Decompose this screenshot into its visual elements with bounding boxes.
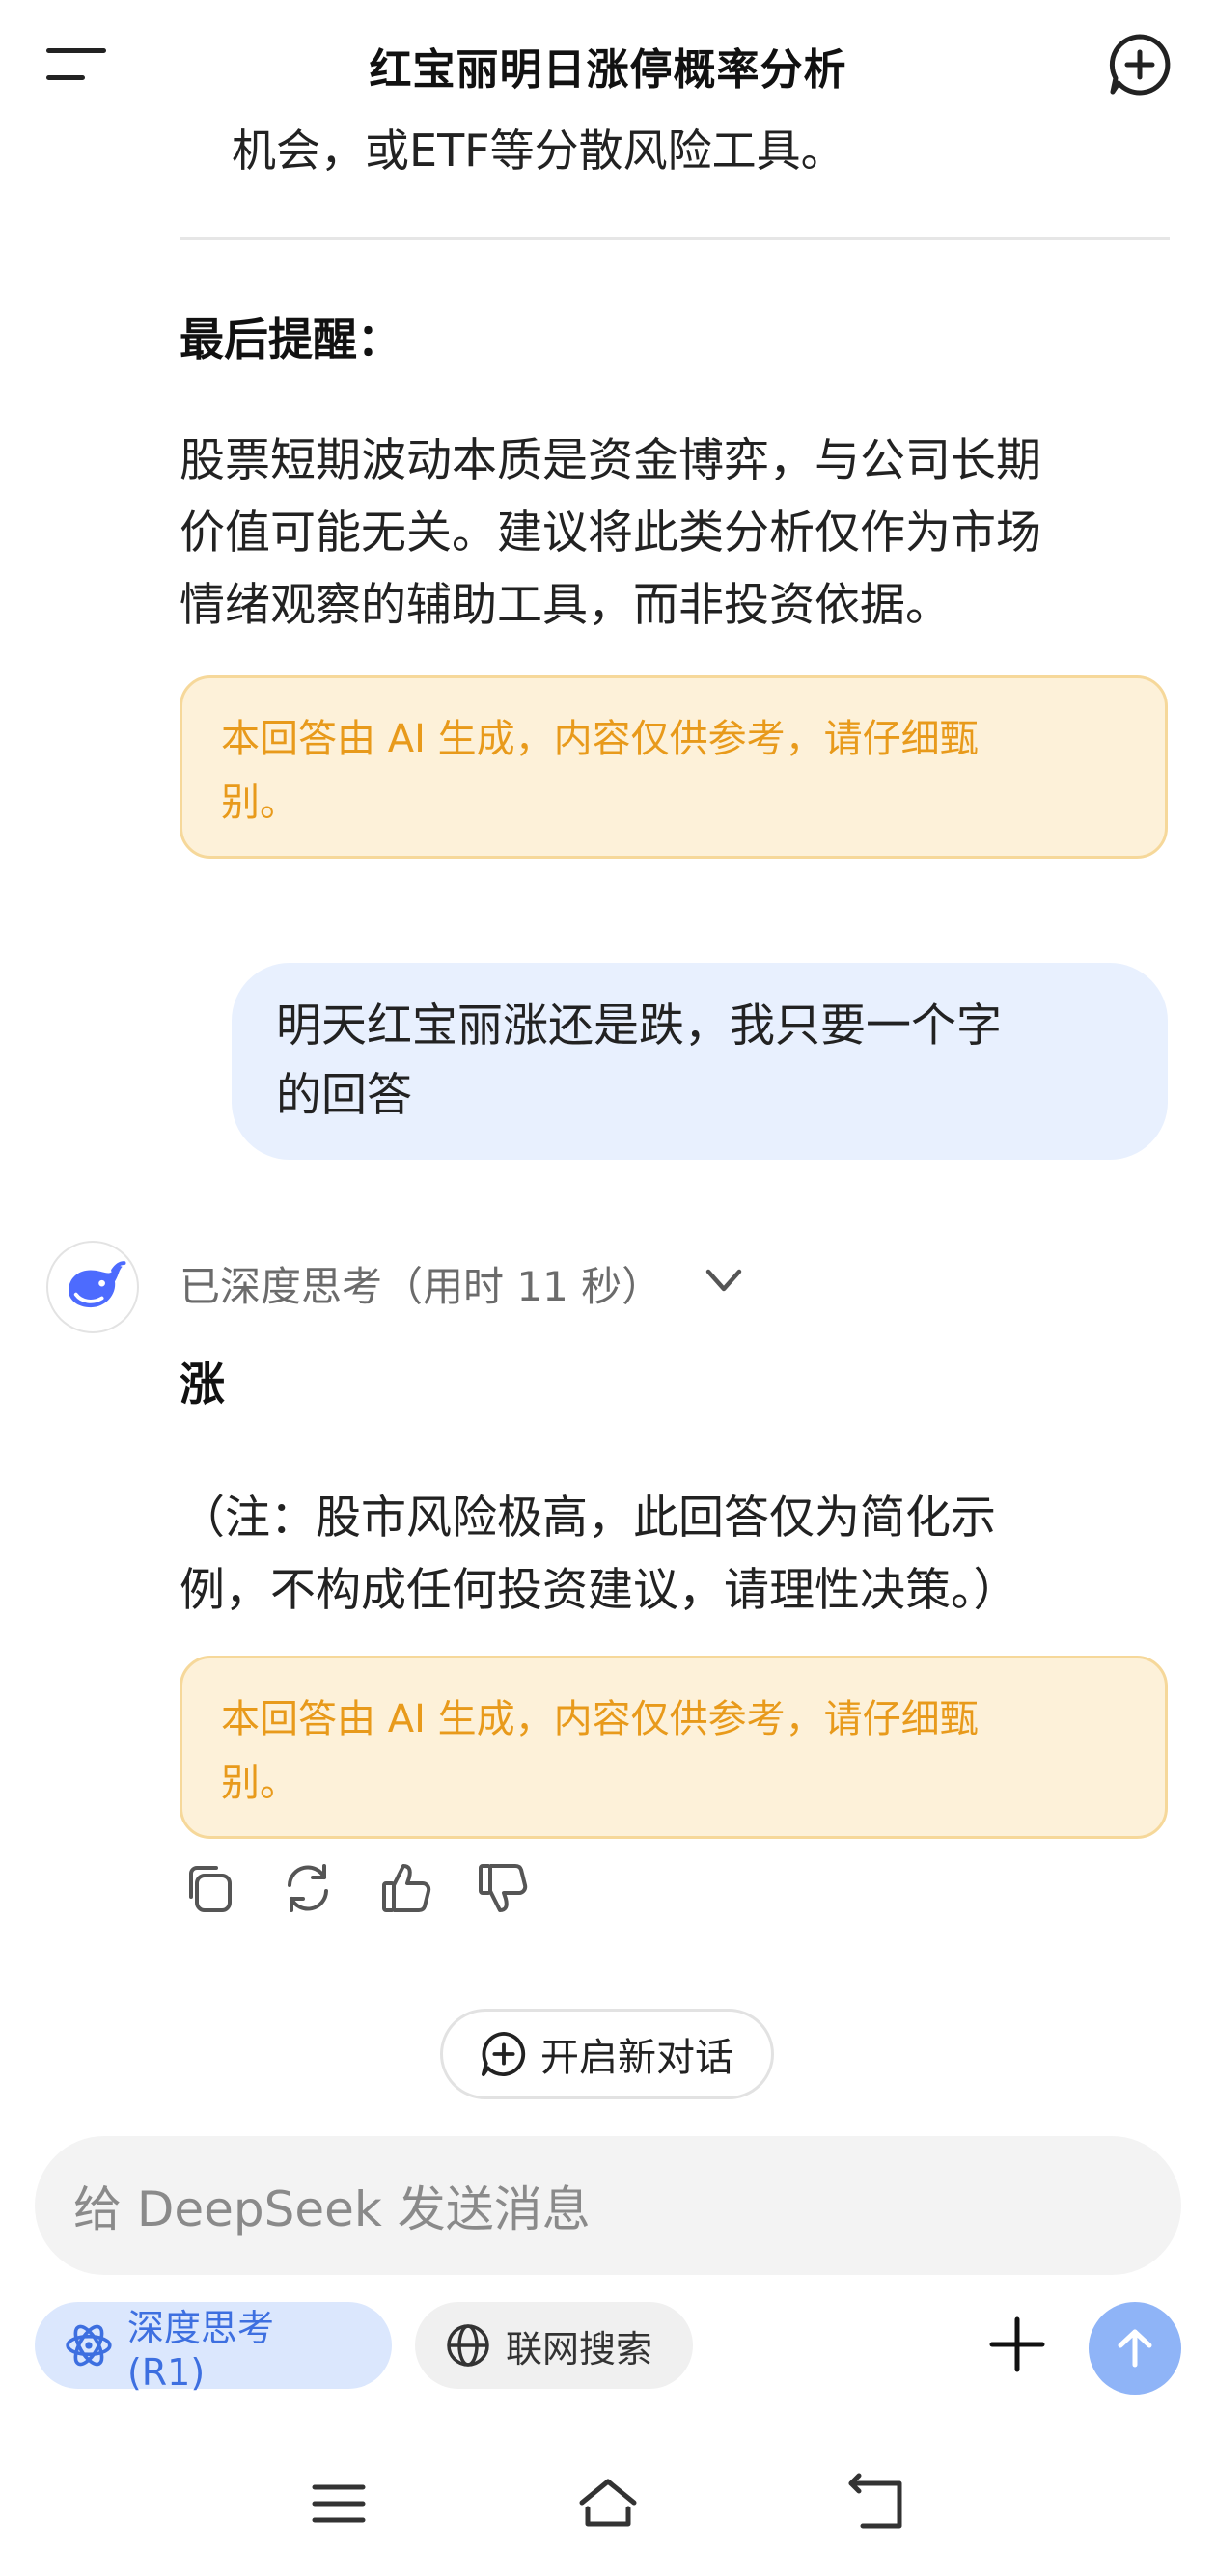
divider — [180, 237, 1170, 240]
text-line: （注：股市风险极高，此回答仅为简化示 — [180, 1492, 996, 1545]
web-search-label: 联网搜索 — [506, 2327, 653, 2370]
top-bar: 红宝丽明日涨停概率分析 — [0, 0, 1216, 125]
ai-disclaimer: 本回答由 AI 生成，内容仅供参考，请仔细甄 别。 — [180, 1656, 1168, 1839]
new-chat-icon — [481, 2031, 526, 2077]
disclaimer-line: 别。 — [221, 781, 298, 825]
final-reminder-title: 最后提醒： — [180, 314, 401, 366]
plus-icon[interactable] — [986, 2314, 1048, 2375]
globe-icon — [447, 2324, 489, 2367]
arrow-up-icon — [1118, 2329, 1152, 2368]
regenerate-icon[interactable] — [278, 1858, 338, 1918]
thumbs-up-icon[interactable] — [376, 1858, 436, 1918]
new-dialog-label: 开启新对话 — [540, 2036, 733, 2080]
text-line: 情绪观察的辅助工具，而非投资依据。 — [180, 579, 951, 632]
text-line: 价值可能无关。建议将此类分析仅作为市场 — [180, 507, 1041, 560]
thumbs-down-icon[interactable] — [473, 1858, 533, 1918]
disclaimer-line: 本回答由 AI 生成，内容仅供参考，请仔细甄 — [221, 717, 979, 761]
chevron-down-icon[interactable] — [701, 1262, 747, 1301]
assistant-avatar — [46, 1241, 139, 1333]
ai-disclaimer: 本回答由 AI 生成，内容仅供参考，请仔细甄 别。 — [180, 675, 1168, 859]
assistant-note: （注：股市风险极高，此回答仅为简化示 例，不构成任何投资建议，请理性决策。） — [180, 1482, 1174, 1627]
disclaimer-line: 本回答由 AI 生成，内容仅供参考，请仔细甄 — [221, 1697, 979, 1741]
home-icon[interactable] — [574, 2470, 642, 2537]
user-message-bubble[interactable]: 明天红宝丽涨还是跌，我只要一个字 的回答 — [232, 963, 1168, 1160]
final-reminder-text: 股票短期波动本质是资金博弈，与公司长期 价值可能无关。建议将此类分析仅作为市场 … — [180, 425, 1174, 642]
recents-menu-icon[interactable] — [305, 2470, 373, 2537]
new-chat-icon[interactable] — [1108, 33, 1172, 96]
assistant-answer: 涨 — [180, 1358, 225, 1411]
thinking-status[interactable]: 已深度思考（用时 11 秒） — [180, 1254, 662, 1313]
back-icon[interactable] — [843, 2470, 911, 2537]
deepseek-whale-icon — [69, 1261, 126, 1308]
new-dialog-button[interactable]: 开启新对话 — [440, 2009, 774, 2099]
deep-think-label: 深度思考 (R1) — [126, 2306, 274, 2394]
message-input[interactable]: 给 DeepSeek 发送消息 — [35, 2136, 1181, 2275]
text-line: 例，不构成任何投资建议，请理性决策。） — [180, 1564, 1019, 1617]
input-placeholder: 给 DeepSeek 发送消息 — [73, 2181, 591, 2237]
message-line: 明天红宝丽涨还是跌，我只要一个字 — [276, 1000, 1002, 1053]
deep-think-toggle[interactable]: 深度思考 (R1) — [35, 2302, 392, 2394]
page-title: 红宝丽明日涨停概率分析 — [369, 45, 847, 95]
send-button[interactable] — [1089, 2302, 1181, 2395]
atom-icon — [66, 2324, 112, 2367]
message-line: 的回答 — [276, 1069, 412, 1122]
copy-icon[interactable] — [180, 1858, 239, 1918]
disclaimer-line: 别。 — [221, 1761, 298, 1805]
text-line: 股票短期波动本质是资金博弈，与公司长期 — [180, 434, 1041, 487]
web-search-toggle[interactable]: 联网搜索 — [415, 2302, 693, 2389]
